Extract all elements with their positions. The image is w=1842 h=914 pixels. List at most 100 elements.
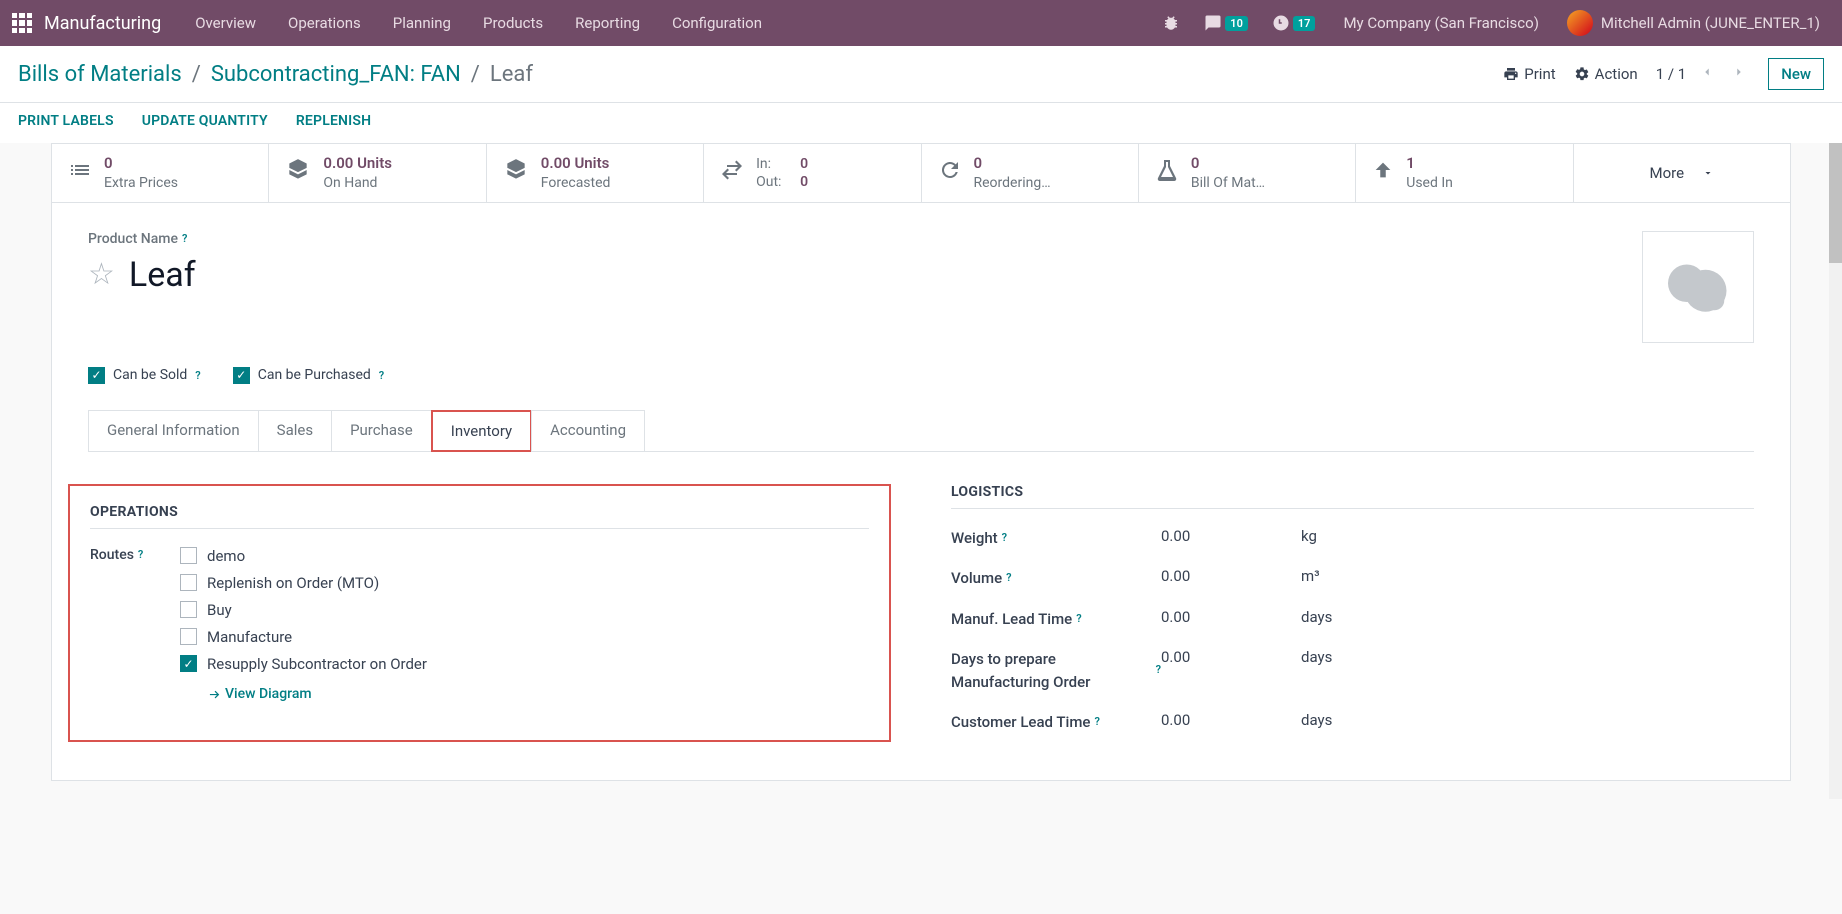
product-name[interactable]: Leaf bbox=[129, 255, 196, 295]
crumb-current: Leaf bbox=[490, 62, 533, 87]
product-image[interactable] bbox=[1642, 231, 1754, 343]
arrow-right-icon bbox=[207, 687, 221, 701]
nav-overview[interactable]: Overview bbox=[181, 0, 270, 46]
replenish-button[interactable]: REPLENISH bbox=[296, 113, 371, 129]
nav-products[interactable]: Products bbox=[469, 0, 557, 46]
help-icon[interactable]: ? bbox=[138, 548, 143, 561]
camera-placeholder-icon bbox=[1658, 257, 1738, 317]
gear-icon bbox=[1574, 66, 1590, 82]
nav-reporting[interactable]: Reporting bbox=[561, 0, 654, 46]
tab-content-inventory: OPERATIONS Routes ? demo Replenish on Ord… bbox=[88, 452, 1754, 752]
stat-bom[interactable]: 0Bill Of Mat… bbox=[1139, 144, 1356, 202]
avatar bbox=[1567, 10, 1593, 36]
stat-more[interactable]: More bbox=[1574, 144, 1790, 202]
logistics-value[interactable]: 0.00 bbox=[1161, 648, 1301, 666]
route-item[interactable]: ✓Resupply Subcontractor on Order bbox=[180, 655, 427, 673]
cubes-icon bbox=[503, 157, 529, 189]
stat-reordering[interactable]: 0Reordering… bbox=[922, 144, 1139, 202]
logistics-unit: days bbox=[1301, 608, 1332, 626]
logistics-label: Customer Lead Time? bbox=[951, 711, 1161, 734]
print-button[interactable]: Print bbox=[1503, 65, 1555, 83]
favorite-star-icon[interactable]: ☆ bbox=[88, 257, 115, 292]
print-labels-button[interactable]: PRINT LABELS bbox=[18, 113, 114, 129]
logistics-value[interactable]: 0.00 bbox=[1161, 608, 1301, 626]
operations-title: OPERATIONS bbox=[90, 504, 869, 529]
route-item[interactable]: Buy bbox=[180, 601, 427, 619]
logistics-unit: m³ bbox=[1301, 567, 1320, 585]
new-button[interactable]: New bbox=[1768, 58, 1824, 90]
logistics-unit: kg bbox=[1301, 527, 1317, 545]
tab-purchase[interactable]: Purchase bbox=[331, 410, 432, 452]
content: 0Extra Prices 0.00 UnitsOn Hand 0.00 Uni… bbox=[0, 143, 1842, 799]
logistics-unit: days bbox=[1301, 648, 1332, 666]
checkbox-checked-icon: ✓ bbox=[233, 367, 250, 384]
route-item[interactable]: demo bbox=[180, 547, 427, 565]
help-icon[interactable]: ? bbox=[1006, 570, 1011, 587]
pager: 1 / 1 bbox=[1656, 61, 1751, 87]
stat-on-hand[interactable]: 0.00 UnitsOn Hand bbox=[269, 144, 486, 202]
help-icon[interactable]: ? bbox=[1002, 530, 1007, 547]
scrollbar[interactable] bbox=[1829, 143, 1842, 799]
logistics-value[interactable]: 0.00 bbox=[1161, 711, 1301, 729]
can-be-purchased-checkbox[interactable]: ✓ Can be Purchased ? bbox=[233, 367, 384, 384]
tab-inventory[interactable]: Inventory bbox=[431, 410, 532, 452]
checkbox-checked-icon: ✓ bbox=[88, 367, 105, 384]
nav-operations[interactable]: Operations bbox=[274, 0, 375, 46]
logistics-title: LOGISTICS bbox=[951, 484, 1754, 509]
cubes-icon bbox=[285, 157, 311, 189]
logistics-label: Days to prepare Manufacturing Order? bbox=[951, 648, 1161, 693]
checkbox-icon: ✓ bbox=[180, 655, 197, 672]
pager-prev[interactable] bbox=[1696, 61, 1718, 87]
nav-planning[interactable]: Planning bbox=[379, 0, 465, 46]
tab-accounting[interactable]: Accounting bbox=[531, 410, 645, 452]
route-item[interactable]: Replenish on Order (MTO) bbox=[180, 574, 427, 592]
activities-badge: 17 bbox=[1293, 16, 1316, 31]
view-diagram-link[interactable]: View Diagram bbox=[207, 686, 427, 702]
routes-label: Routes ? bbox=[90, 547, 180, 563]
product-name-label: Product Name ? bbox=[88, 231, 1642, 247]
pager-next[interactable] bbox=[1728, 61, 1750, 87]
stat-used-in[interactable]: 1Used In bbox=[1356, 144, 1573, 202]
nav-configuration[interactable]: Configuration bbox=[658, 0, 776, 46]
breadcrumb-bar: Bills of Materials / Subcontracting_FAN:… bbox=[0, 46, 1842, 103]
help-icon[interactable]: ? bbox=[1094, 714, 1099, 731]
apps-icon[interactable] bbox=[12, 13, 32, 33]
flask-icon bbox=[1155, 158, 1179, 188]
logistics-value[interactable]: 0.00 bbox=[1161, 567, 1301, 585]
tabs: General Information Sales Purchase Inven… bbox=[88, 410, 1754, 452]
tab-general-info[interactable]: General Information bbox=[88, 410, 259, 452]
user-menu[interactable]: Mitchell Admin (JUNE_ENTER_1) bbox=[1557, 10, 1830, 36]
help-icon[interactable]: ? bbox=[1076, 611, 1081, 628]
logistics-rows: Weight?0.00kgVolume?0.00m³Manuf. Lead Ti… bbox=[951, 527, 1754, 734]
help-icon[interactable]: ? bbox=[195, 369, 200, 382]
pager-text[interactable]: 1 / 1 bbox=[1656, 65, 1687, 83]
app-title[interactable]: Manufacturing bbox=[44, 13, 161, 34]
stat-forecasted[interactable]: 0.00 UnitsForecasted bbox=[487, 144, 704, 202]
chevron-left-icon bbox=[1700, 65, 1714, 79]
logistics-value[interactable]: 0.00 bbox=[1161, 527, 1301, 545]
crumb-bom[interactable]: Bills of Materials bbox=[18, 62, 182, 87]
chevron-right-icon bbox=[1732, 65, 1746, 79]
crumb-subcontracting[interactable]: Subcontracting_FAN: FAN bbox=[211, 62, 461, 87]
logistics-row: Weight?0.00kg bbox=[951, 527, 1754, 550]
company-selector[interactable]: My Company (San Francisco) bbox=[1329, 14, 1552, 32]
debug-icon[interactable] bbox=[1152, 0, 1190, 46]
logistics-label: Manuf. Lead Time? bbox=[951, 608, 1161, 631]
caret-down-icon bbox=[1702, 167, 1714, 179]
activities-icon[interactable]: 17 bbox=[1262, 0, 1326, 46]
can-be-sold-checkbox[interactable]: ✓ Can be Sold ? bbox=[88, 367, 201, 384]
messages-icon[interactable]: 10 bbox=[1194, 0, 1258, 46]
route-item[interactable]: Manufacture bbox=[180, 628, 427, 646]
action-button[interactable]: Action bbox=[1574, 65, 1638, 83]
breadcrumb: Bills of Materials / Subcontracting_FAN:… bbox=[18, 62, 533, 87]
crumb-actions: Print Action 1 / 1 New bbox=[1503, 58, 1824, 90]
checkbox-icon bbox=[180, 628, 197, 645]
stat-extra-prices[interactable]: 0Extra Prices bbox=[52, 144, 269, 202]
scrollbar-thumb[interactable] bbox=[1829, 143, 1842, 263]
help-icon[interactable]: ? bbox=[379, 369, 384, 382]
help-icon[interactable]: ? bbox=[182, 232, 187, 245]
stat-in-out[interactable]: In:0 Out:0 bbox=[704, 144, 921, 202]
tab-sales[interactable]: Sales bbox=[258, 410, 332, 452]
logistics-unit: days bbox=[1301, 711, 1332, 729]
update-quantity-button[interactable]: UPDATE QUANTITY bbox=[142, 113, 268, 129]
